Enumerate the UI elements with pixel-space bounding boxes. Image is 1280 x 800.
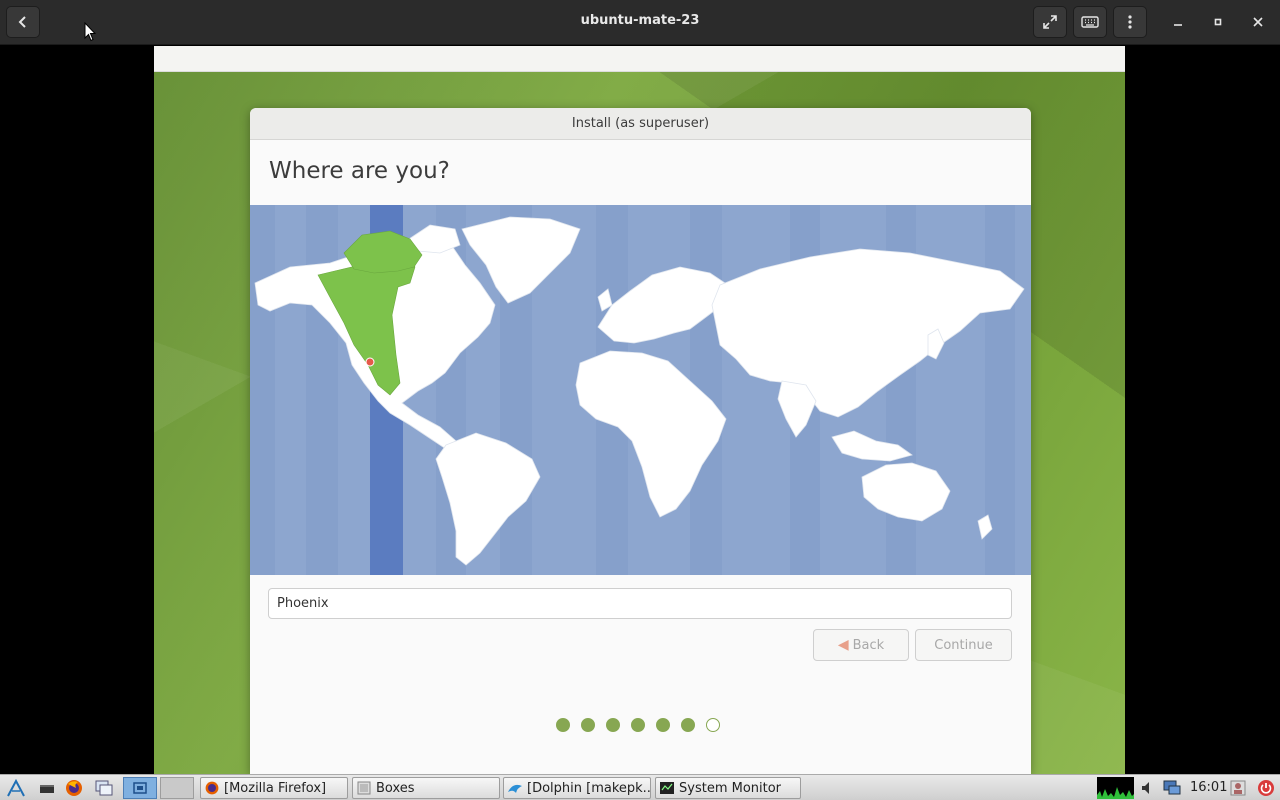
arch-logo-icon: [7, 779, 25, 797]
boxes-header-bar: ubuntu-mate-23: [0, 0, 1280, 45]
task-system-monitor[interactable]: System Monitor: [655, 777, 801, 799]
guest-top-panel: [154, 46, 1125, 72]
dolphin-icon: [507, 780, 523, 796]
system-monitor-icon: [659, 780, 675, 796]
user-icon: [1230, 780, 1246, 796]
installer-titlebar: Install (as superuser): [250, 108, 1031, 140]
firefox-icon: [204, 780, 220, 796]
firefox-icon: [66, 780, 82, 796]
window-title: ubuntu-mate-23: [580, 13, 700, 28]
volume-tray[interactable]: [1138, 778, 1158, 798]
app-menu-button[interactable]: [6, 778, 26, 798]
fullscreen-icon: [1043, 15, 1057, 29]
windows-stack-icon: [95, 780, 113, 796]
keyboard-icon: [1081, 16, 1099, 28]
task-boxes[interactable]: Boxes: [352, 777, 500, 799]
minimize-button[interactable]: [1167, 11, 1189, 33]
page-heading: Where are you?: [269, 158, 450, 184]
progress-dot: [706, 718, 720, 732]
power-icon: [1258, 780, 1274, 796]
keyboard-button[interactable]: [1073, 6, 1107, 38]
back-button-label: Back: [852, 637, 885, 653]
mouse-pointer-icon: [84, 22, 96, 42]
maximize-icon: [1214, 18, 1222, 26]
task-firefox[interactable]: [Mozilla Firefox]: [200, 777, 348, 799]
vm-display[interactable]: Install (as superuser) Where are you? Ph…: [154, 46, 1125, 774]
desktop-icon: [40, 785, 54, 793]
arrow-left-icon: ◀: [837, 637, 849, 653]
boxes-icon: [356, 780, 372, 796]
clock[interactable]: 16:01: [1190, 780, 1227, 795]
desktop-pager-1[interactable]: [123, 777, 157, 799]
close-icon: [1253, 17, 1263, 27]
task-label: [Mozilla Firefox]: [224, 780, 327, 796]
window-thumbnail-icon: [133, 782, 147, 794]
taskbar: [Mozilla Firefox] Boxes [Dolphin [makepk…: [0, 774, 1280, 800]
network-tray[interactable]: [1162, 778, 1182, 798]
task-label: Boxes: [376, 780, 415, 796]
progress-dot: [681, 718, 695, 732]
progress-dot: [631, 718, 645, 732]
step-progress-indicator: [556, 718, 720, 732]
chevron-left-icon: [18, 16, 26, 28]
file-manager-launcher[interactable]: [94, 778, 114, 798]
continue-button-label: Continue: [934, 637, 993, 653]
more-vertical-icon: [1128, 15, 1132, 29]
installer-window: Install (as superuser) Where are you? Ph…: [250, 108, 1031, 774]
progress-dot: [556, 718, 570, 732]
fullscreen-button[interactable]: [1033, 6, 1067, 38]
desktop-pager-2[interactable]: [160, 777, 194, 799]
logout-tray[interactable]: [1228, 778, 1248, 798]
menu-button[interactable]: [1113, 6, 1147, 38]
location-input[interactable]: [268, 588, 1012, 619]
cpu-graph[interactable]: [1097, 777, 1134, 799]
close-button[interactable]: [1247, 11, 1269, 33]
network-icon: [1163, 780, 1181, 795]
location-pin-icon: [365, 357, 375, 367]
power-button[interactable]: [1256, 778, 1276, 798]
task-label: [Dolphin [makepk...: [527, 780, 651, 796]
speaker-icon: [1142, 782, 1149, 794]
show-desktop-button[interactable]: [37, 778, 57, 798]
task-label: System Monitor: [679, 780, 782, 796]
timezone-map[interactable]: [250, 205, 1031, 575]
back-button[interactable]: [6, 6, 40, 38]
firefox-launcher[interactable]: [64, 778, 84, 798]
task-dolphin[interactable]: [Dolphin [makepk...: [503, 777, 651, 799]
back-nav-button[interactable]: ◀ Back: [813, 629, 909, 661]
minimize-icon: [1174, 24, 1182, 26]
progress-dot: [581, 718, 595, 732]
progress-dot: [606, 718, 620, 732]
continue-button[interactable]: Continue: [915, 629, 1012, 661]
maximize-button[interactable]: [1207, 11, 1229, 33]
progress-dot: [656, 718, 670, 732]
